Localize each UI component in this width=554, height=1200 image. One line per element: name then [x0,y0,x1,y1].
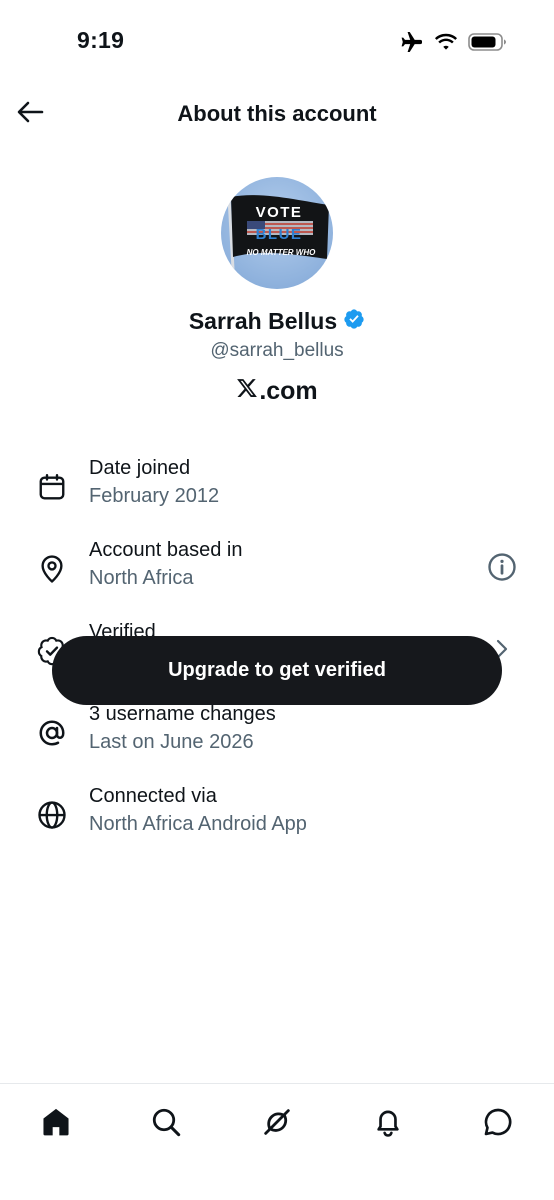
display-name: Sarrah Bellus [188,308,338,334]
row-value: North Africa Android App [89,813,307,835]
status-time: 9:19 [77,27,125,53]
search-icon [150,1106,182,1143]
wifi-icon [434,33,458,51]
avatar: VOTE BLUE NO MATTER WHO [221,177,333,289]
row-username-changes: 3 username changes Last on June 2026 [0,703,554,763]
avatar-line-blue: BLUE [256,226,303,243]
row-title: Account based in [89,539,243,561]
location-pin-icon [34,551,70,587]
bell-icon [372,1106,404,1143]
grok-icon [261,1106,293,1143]
platform-label: .com [0,377,554,406]
at-sign-icon [34,715,70,751]
battery-icon [468,32,508,52]
row-value: February 2012 [89,485,220,507]
calendar-icon [34,469,70,505]
info-button[interactable] [486,552,518,587]
x-logo-icon [236,377,258,406]
status-icons [400,30,508,54]
upgrade-verified-toast[interactable]: Upgrade to get verified [52,636,502,705]
tab-home[interactable] [28,1096,84,1152]
platform-domain: .com [259,377,318,405]
verified-badge-icon [343,308,365,335]
tab-search[interactable] [138,1096,194,1152]
bottom-tab-bar [0,1083,554,1200]
page-title: About this account [177,101,377,126]
globe-icon [34,797,70,833]
row-title: 3 username changes [89,703,276,725]
row-account-based-in: Account based in North Africa [0,539,554,599]
tab-messages[interactable] [470,1096,526,1152]
home-icon [40,1106,72,1143]
avatar-line-vote: VOTE [256,204,303,221]
row-date-joined: Date joined February 2012 [0,457,554,517]
tab-grok[interactable] [249,1096,305,1152]
handle: @sarrah_bellus [210,340,344,361]
message-icon [482,1106,514,1143]
airplane-icon [400,31,424,53]
row-connected-via: Connected via North Africa Android App [0,785,554,845]
row-value: North Africa [89,567,194,589]
status-bar: 9:19 [0,0,554,80]
info-icon [487,552,517,587]
row-title: Connected via [89,785,217,807]
header: About this account [0,88,554,144]
row-title: Date joined [89,457,191,479]
avatar-line-no-matter-who: NO MATTER WHO [247,248,317,257]
display-name-row: Sarrah Bellus [0,308,554,335]
tab-notifications[interactable] [360,1096,416,1152]
row-value: Last on June 2026 [89,731,254,753]
